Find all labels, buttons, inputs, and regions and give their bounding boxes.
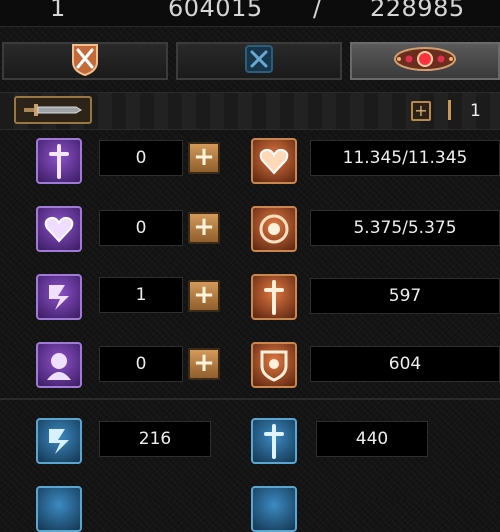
strength-value: 0 <box>99 140 183 176</box>
energy-value: 0 <box>99 346 183 382</box>
weapon-button[interactable] <box>14 96 92 124</box>
tab-items[interactable] <box>350 42 500 80</box>
experience-required: 228985 <box>370 0 465 22</box>
add-strength-button[interactable]: + <box>188 142 220 174</box>
vitality-value: 0 <box>99 210 183 246</box>
sword-icon <box>24 102 82 122</box>
head-purple-icon <box>36 342 82 388</box>
level-value: 1 <box>50 0 66 22</box>
section-divider <box>0 398 500 400</box>
partial-blue-icon-2 <box>251 486 297 532</box>
magic-attack-value: 440 <box>316 421 428 457</box>
sword-blue-icon <box>251 418 297 464</box>
crossed-swords-shield-icon <box>68 42 102 80</box>
experience-separator: / <box>313 0 322 22</box>
sword-purple-icon <box>36 138 82 184</box>
speed-value: 216 <box>99 421 211 457</box>
mana-value: 5.375/5.375 <box>310 210 500 246</box>
tab-skills[interactable] <box>176 42 342 80</box>
jeweled-amulet-icon <box>393 44 457 78</box>
partial-blue-icon <box>36 486 82 532</box>
top-status-bar: 1 604015 / 228985 <box>0 0 500 27</box>
defense-value: 604 <box>310 346 500 382</box>
heart-orange-icon <box>251 138 297 184</box>
add-vitality-button[interactable]: + <box>188 212 220 244</box>
attack-value: 597 <box>310 278 500 314</box>
tab-combat[interactable] <box>2 42 168 80</box>
boot-blue-icon <box>36 418 82 464</box>
add-agility-button[interactable]: + <box>188 280 220 312</box>
shield-orange-icon <box>251 342 297 388</box>
points-bracket <box>448 100 451 120</box>
boot-purple-icon <box>36 274 82 320</box>
sword-orange-icon <box>251 274 297 320</box>
health-value: 11.345/11.345 <box>310 140 500 176</box>
add-points-small-button[interactable]: + <box>411 101 431 121</box>
agility-value: 1 <box>99 277 183 313</box>
mana-orb-orange-icon <box>251 206 297 252</box>
available-points: 1 <box>470 101 481 121</box>
experience-current: 604015 <box>168 0 263 22</box>
heart-purple-icon <box>36 206 82 252</box>
add-energy-button[interactable]: + <box>188 348 220 380</box>
blue-crossed-swords-icon <box>244 44 274 78</box>
